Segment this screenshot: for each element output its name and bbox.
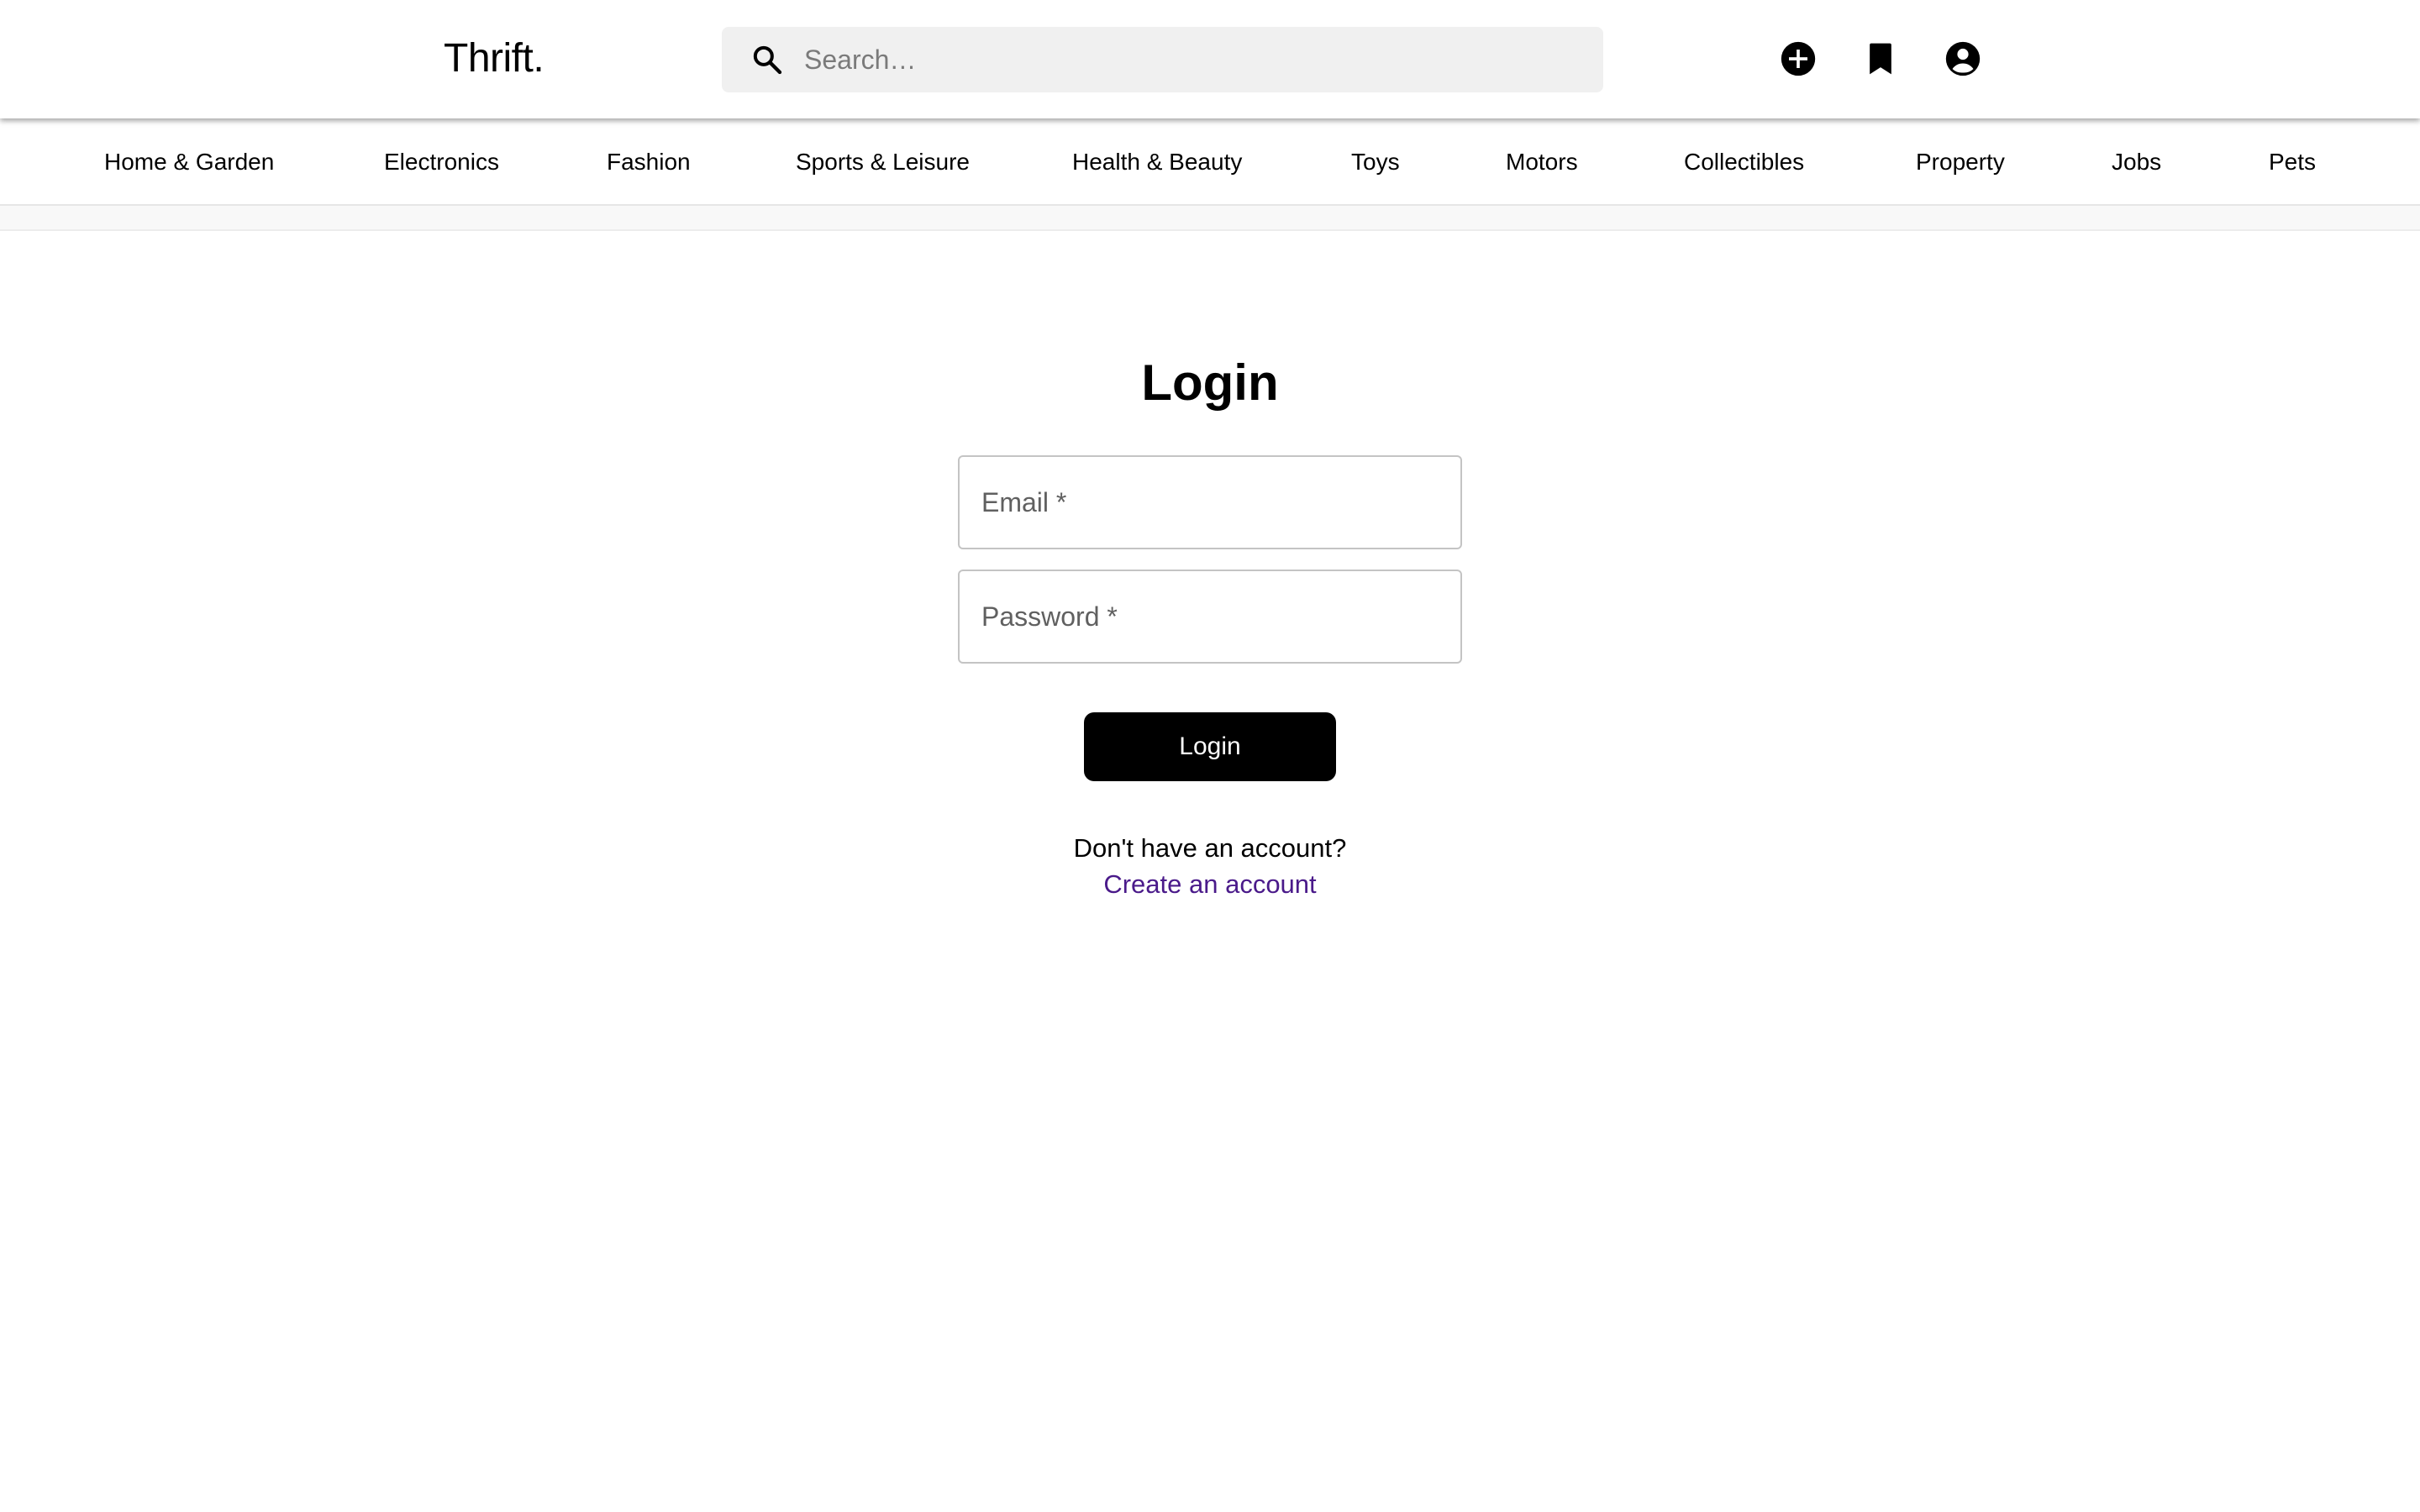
category-nav: Home & Garden Electronics Fashion Sports… xyxy=(0,118,2420,206)
password-field[interactable] xyxy=(960,571,1460,662)
create-account-link[interactable]: Create an account xyxy=(1103,869,1316,899)
page-title: Login xyxy=(1141,354,1279,411)
category-motors[interactable]: Motors xyxy=(1506,147,1578,177)
category-pets[interactable]: Pets xyxy=(2269,147,2316,177)
category-jobs[interactable]: Jobs xyxy=(2112,147,2161,177)
nav-divider-strip xyxy=(0,206,2420,231)
email-field-wrapper xyxy=(958,455,1462,549)
password-field-wrapper xyxy=(958,570,1462,664)
bookmark-icon xyxy=(1870,43,1891,75)
add-circle-icon xyxy=(1781,41,1816,76)
category-home-garden[interactable]: Home & Garden xyxy=(104,147,274,177)
signup-link-row: Create an account xyxy=(0,868,2420,901)
search-icon xyxy=(750,43,784,76)
login-button[interactable]: Login xyxy=(1084,712,1336,781)
category-fashion[interactable]: Fashion xyxy=(607,147,691,177)
top-header: Thrift. xyxy=(0,0,2420,118)
brand-logo[interactable]: Thrift. xyxy=(444,32,544,86)
category-collectibles[interactable]: Collectibles xyxy=(1684,147,1804,177)
account-button[interactable] xyxy=(1944,40,1981,77)
search-input[interactable] xyxy=(802,27,1576,92)
category-electronics[interactable]: Electronics xyxy=(384,147,499,177)
category-health-beauty[interactable]: Health & Beauty xyxy=(1072,147,1242,177)
saved-items-button[interactable] xyxy=(1862,40,1899,77)
add-listing-button[interactable] xyxy=(1780,40,1817,77)
category-property[interactable]: Property xyxy=(1916,147,2005,177)
signup-prompt: Don't have an account? xyxy=(1073,833,1347,863)
category-toys[interactable]: Toys xyxy=(1351,147,1400,177)
search-bar[interactable] xyxy=(722,27,1603,92)
account-circle-icon xyxy=(1945,41,1981,76)
category-sports-leisure[interactable]: Sports & Leisure xyxy=(796,147,970,177)
email-field[interactable] xyxy=(960,457,1460,548)
